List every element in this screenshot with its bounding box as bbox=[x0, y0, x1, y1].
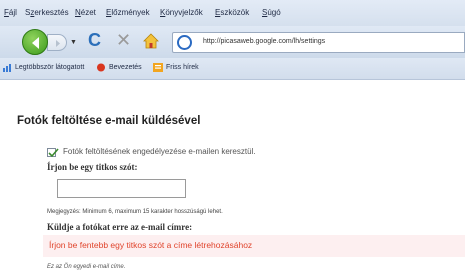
stop-icon[interactable]: ✕ bbox=[116, 30, 131, 50]
reload-icon[interactable]: C bbox=[88, 30, 101, 50]
menu-file[interactable]: Fájl bbox=[4, 8, 17, 17]
home-icon[interactable] bbox=[143, 33, 159, 49]
send-address-label: Küldje a fotókat erre az e-mail címre: bbox=[47, 222, 193, 232]
secret-word-input[interactable] bbox=[57, 179, 186, 198]
enable-email-upload-label: Fotók feltöltésének engedélyezése e-mail… bbox=[63, 147, 256, 156]
notice-text: Írjon be fentebb egy titkos szót a címe … bbox=[49, 240, 253, 250]
menu-bookmarks[interactable]: Könyvjelzők bbox=[160, 8, 203, 17]
email-address-notice: Írjon be fentebb egy titkos szót a címe … bbox=[43, 235, 465, 257]
site-icon bbox=[177, 35, 192, 50]
forward-button[interactable] bbox=[47, 34, 67, 51]
getting-started-icon bbox=[97, 63, 105, 72]
enable-email-upload-checkbox[interactable] bbox=[47, 148, 59, 158]
back-button[interactable] bbox=[22, 29, 48, 55]
bookmark-most-visited[interactable]: Legtöbbször látogatott bbox=[15, 64, 84, 71]
latest-headlines-icon bbox=[153, 63, 163, 72]
secret-word-label: Írjon be egy titkos szót: bbox=[47, 162, 138, 172]
bookmark-getting-started[interactable]: Bevezetés bbox=[109, 64, 142, 71]
history-dropdown-icon[interactable]: ▼ bbox=[70, 39, 77, 46]
address-bar[interactable]: http://picasaweb.google.com/lh/settings bbox=[172, 32, 465, 53]
forward-icon bbox=[56, 40, 60, 47]
checkmark-icon bbox=[48, 148, 59, 158]
unique-address-note: Ez az Ön egyedi e-mail címe. bbox=[47, 264, 126, 270]
menu-history[interactable]: Előzmények bbox=[106, 8, 150, 17]
bookmarks-toolbar: Legtöbbször látogatott Bevezetés Friss h… bbox=[0, 58, 465, 80]
most-visited-icon bbox=[3, 64, 11, 72]
url-text: http://picasaweb.google.com/lh/settings bbox=[203, 38, 326, 45]
menu-help[interactable]: Súgó bbox=[262, 8, 281, 17]
menu-view[interactable]: Nézet bbox=[75, 8, 96, 17]
back-icon bbox=[32, 37, 39, 49]
menu-edit[interactable]: Szerkesztés bbox=[25, 8, 69, 17]
secret-word-hint: Megjegyzés: Minimum 6, maximum 15 karakt… bbox=[47, 209, 223, 215]
page-title: Fotók feltöltése e-mail küldésével bbox=[17, 115, 201, 127]
bookmark-latest-headlines[interactable]: Friss hírek bbox=[166, 64, 199, 71]
menu-tools[interactable]: Eszközök bbox=[215, 8, 249, 17]
menu-bar: Fájl Szerkesztés Nézet Előzmények Könyvj… bbox=[0, 0, 465, 26]
